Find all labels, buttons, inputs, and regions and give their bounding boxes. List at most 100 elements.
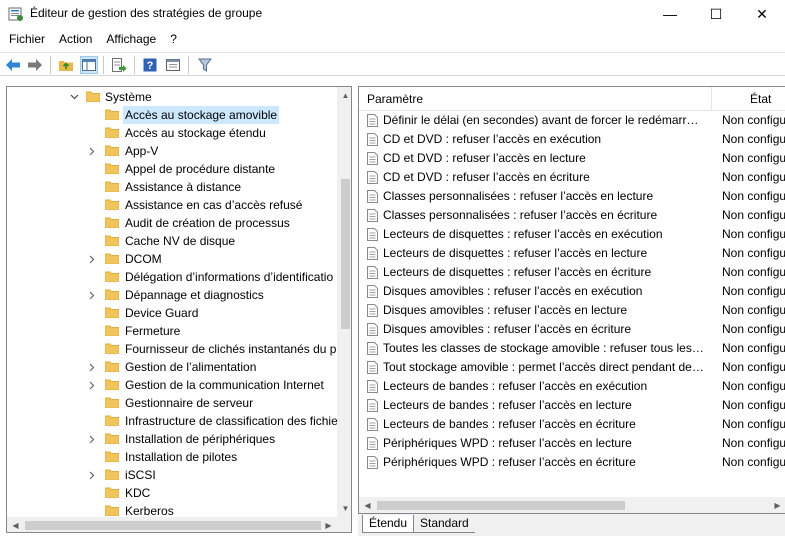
tree-label: Cache NV de disque bbox=[125, 234, 236, 248]
list-item[interactable]: Disques amovibles : refuser l’accès en e… bbox=[359, 282, 785, 301]
settings-list[interactable]: Paramètre État Définir le délai (en seco… bbox=[358, 86, 785, 514]
list-item[interactable]: Disques amovibles : refuser l’accès en l… bbox=[359, 301, 785, 320]
tree-label: Assistance en cas d’accès refusé bbox=[125, 198, 303, 212]
properties-icon[interactable] bbox=[164, 56, 182, 74]
policy-setting-icon bbox=[367, 114, 378, 127]
tree-label: Dépannage et diagnostics bbox=[125, 288, 264, 302]
forward-icon[interactable] bbox=[26, 56, 44, 74]
column-divider[interactable] bbox=[711, 87, 712, 111]
show-hide-tree-icon[interactable] bbox=[80, 56, 98, 74]
list-item[interactable]: Disques amovibles : refuser l’accès en é… bbox=[359, 320, 785, 339]
folder-icon bbox=[105, 199, 119, 210]
tree-label: Gestion de l’alimentation bbox=[125, 360, 257, 374]
list-item[interactable]: CD et DVD : refuser l’accès en exécution… bbox=[359, 130, 785, 149]
menu-help[interactable]: ? bbox=[165, 32, 182, 46]
list-item[interactable]: Lecteurs de disquettes : refuser l’accès… bbox=[359, 244, 785, 263]
up-folder-icon[interactable] bbox=[57, 56, 75, 74]
menu-affichage[interactable]: Affichage bbox=[101, 32, 161, 46]
minimize-button[interactable]: — bbox=[647, 0, 693, 28]
list-horizontal-scrollbar[interactable]: ◀ ▶ bbox=[359, 497, 785, 513]
list-item[interactable]: Lecteurs de bandes : refuser l’accès en … bbox=[359, 377, 785, 396]
menu-fichier[interactable]: Fichier bbox=[4, 32, 50, 46]
tree-label: Installation de pilotes bbox=[125, 450, 238, 464]
scrollbar-thumb[interactable] bbox=[25, 521, 321, 530]
chevron-right-icon[interactable] bbox=[87, 430, 97, 448]
tree-horizontal-scrollbar[interactable]: ◀ ▶ bbox=[7, 517, 337, 532]
policy-setting-icon bbox=[367, 152, 378, 165]
chevron-right-icon[interactable] bbox=[87, 358, 97, 376]
column-header-parametre[interactable]: Paramètre bbox=[367, 92, 423, 106]
list-item[interactable]: Définir le délai (en secondes) avant de … bbox=[359, 111, 785, 130]
setting-state: Non configuré bbox=[722, 246, 785, 260]
menu-action[interactable]: Action bbox=[54, 32, 97, 46]
tree-label: Appel de procédure distante bbox=[125, 162, 276, 176]
policy-setting-icon bbox=[367, 456, 378, 469]
policy-setting-icon bbox=[367, 171, 378, 184]
list-item[interactable]: CD et DVD : refuser l’accès en lecture No… bbox=[359, 149, 785, 168]
folder-icon bbox=[105, 361, 119, 372]
maximize-button[interactable]: ☐ bbox=[693, 0, 739, 28]
back-icon[interactable] bbox=[4, 56, 22, 74]
chevron-right-icon[interactable] bbox=[87, 286, 97, 304]
scroll-up-icon[interactable]: ▲ bbox=[337, 87, 351, 104]
scroll-right-icon[interactable]: ▶ bbox=[320, 517, 337, 532]
scroll-left-icon[interactable]: ◀ bbox=[359, 497, 376, 513]
chevron-right-icon[interactable] bbox=[87, 376, 97, 394]
scrollbar-thumb[interactable] bbox=[377, 501, 625, 510]
tree-label: iSCSI bbox=[125, 468, 156, 482]
console-tree[interactable]: Système Accès au stockage amovible Accès … bbox=[6, 86, 352, 533]
column-header-etat[interactable]: État bbox=[750, 92, 771, 106]
scroll-right-icon[interactable]: ▶ bbox=[769, 497, 785, 513]
setting-name: Classes personnalisées : refuser l’accès… bbox=[383, 189, 654, 203]
tree-label: Audit de création de processus bbox=[125, 216, 290, 230]
list-item[interactable]: Lecteurs de bandes : refuser l’accès en … bbox=[359, 415, 785, 434]
scroll-down-icon[interactable]: ▼ bbox=[337, 500, 351, 517]
setting-name: Lecteurs de disquettes : refuser l’accès… bbox=[383, 265, 652, 279]
chevron-right-icon[interactable] bbox=[87, 250, 97, 268]
tree-label: Fournisseur de clichés instantanés du pa bbox=[125, 342, 344, 356]
folder-icon bbox=[105, 487, 119, 498]
setting-state: Non configuré bbox=[722, 113, 785, 127]
toolbar: ? bbox=[0, 52, 785, 76]
tree-vertical-scrollbar[interactable]: ▲ ▼ bbox=[337, 87, 351, 517]
export-list-icon[interactable] bbox=[110, 56, 128, 74]
list-item[interactable]: Lecteurs de disquettes : refuser l’accès… bbox=[359, 263, 785, 282]
list-item[interactable]: Toutes les classes de stockage amovible … bbox=[359, 339, 785, 358]
setting-name: Définir le délai (en secondes) avant de … bbox=[383, 113, 705, 127]
tab-etendu[interactable]: Étendu bbox=[362, 515, 415, 533]
list-item[interactable]: Lecteurs de bandes : refuser l’accès en … bbox=[359, 396, 785, 415]
setting-state: Non configuré bbox=[722, 265, 785, 279]
list-item[interactable]: CD et DVD : refuser l’accès en écriture N… bbox=[359, 168, 785, 187]
setting-state: Non configuré bbox=[722, 360, 785, 374]
tree-label: Device Guard bbox=[125, 306, 199, 320]
list-item[interactable]: Lecteurs de disquettes : refuser l’accès… bbox=[359, 225, 785, 244]
tree-label: Installation de périphériques bbox=[125, 432, 276, 446]
toolbar-separator bbox=[134, 56, 135, 74]
setting-name: Lecteurs de bandes : refuser l’accès en … bbox=[383, 398, 632, 412]
policy-setting-icon bbox=[367, 266, 378, 279]
filter-icon[interactable] bbox=[196, 56, 214, 74]
scrollbar-thumb[interactable] bbox=[341, 179, 350, 329]
tree-label: Accès au stockage étendu bbox=[125, 126, 266, 140]
setting-name: Lecteurs de disquettes : refuser l’accès… bbox=[383, 246, 648, 260]
list-item[interactable]: Périphériques WPD : refuser l’accès en l… bbox=[359, 434, 785, 453]
tab-standard[interactable]: Standard bbox=[414, 515, 475, 533]
close-button[interactable]: ✕ bbox=[739, 0, 785, 28]
help-icon[interactable]: ? bbox=[141, 56, 159, 74]
setting-name: Disques amovibles : refuser l’accès en e… bbox=[383, 284, 643, 298]
list-item[interactable]: Classes personnalisées : refuser l’accès… bbox=[359, 187, 785, 206]
tree-label: Fermeture bbox=[125, 324, 181, 338]
list-item[interactable]: Tout stockage amovible : permet l’accès … bbox=[359, 358, 785, 377]
list-item[interactable]: Périphériques WPD : refuser l’accès en é… bbox=[359, 453, 785, 472]
folder-icon bbox=[105, 163, 119, 174]
chevron-right-icon[interactable] bbox=[87, 142, 97, 160]
view-tabs: Étendu Standard bbox=[358, 514, 785, 536]
chevron-down-icon[interactable] bbox=[69, 88, 79, 106]
setting-state: Non configuré bbox=[722, 322, 785, 336]
chevron-right-icon[interactable] bbox=[87, 466, 97, 484]
setting-name: CD et DVD : refuser l’accès en écriture bbox=[383, 170, 590, 184]
folder-icon bbox=[105, 505, 119, 516]
list-item[interactable]: Classes personnalisées : refuser l’accès… bbox=[359, 206, 785, 225]
setting-state: Non configuré bbox=[722, 341, 785, 355]
scroll-left-icon[interactable]: ◀ bbox=[7, 517, 24, 532]
